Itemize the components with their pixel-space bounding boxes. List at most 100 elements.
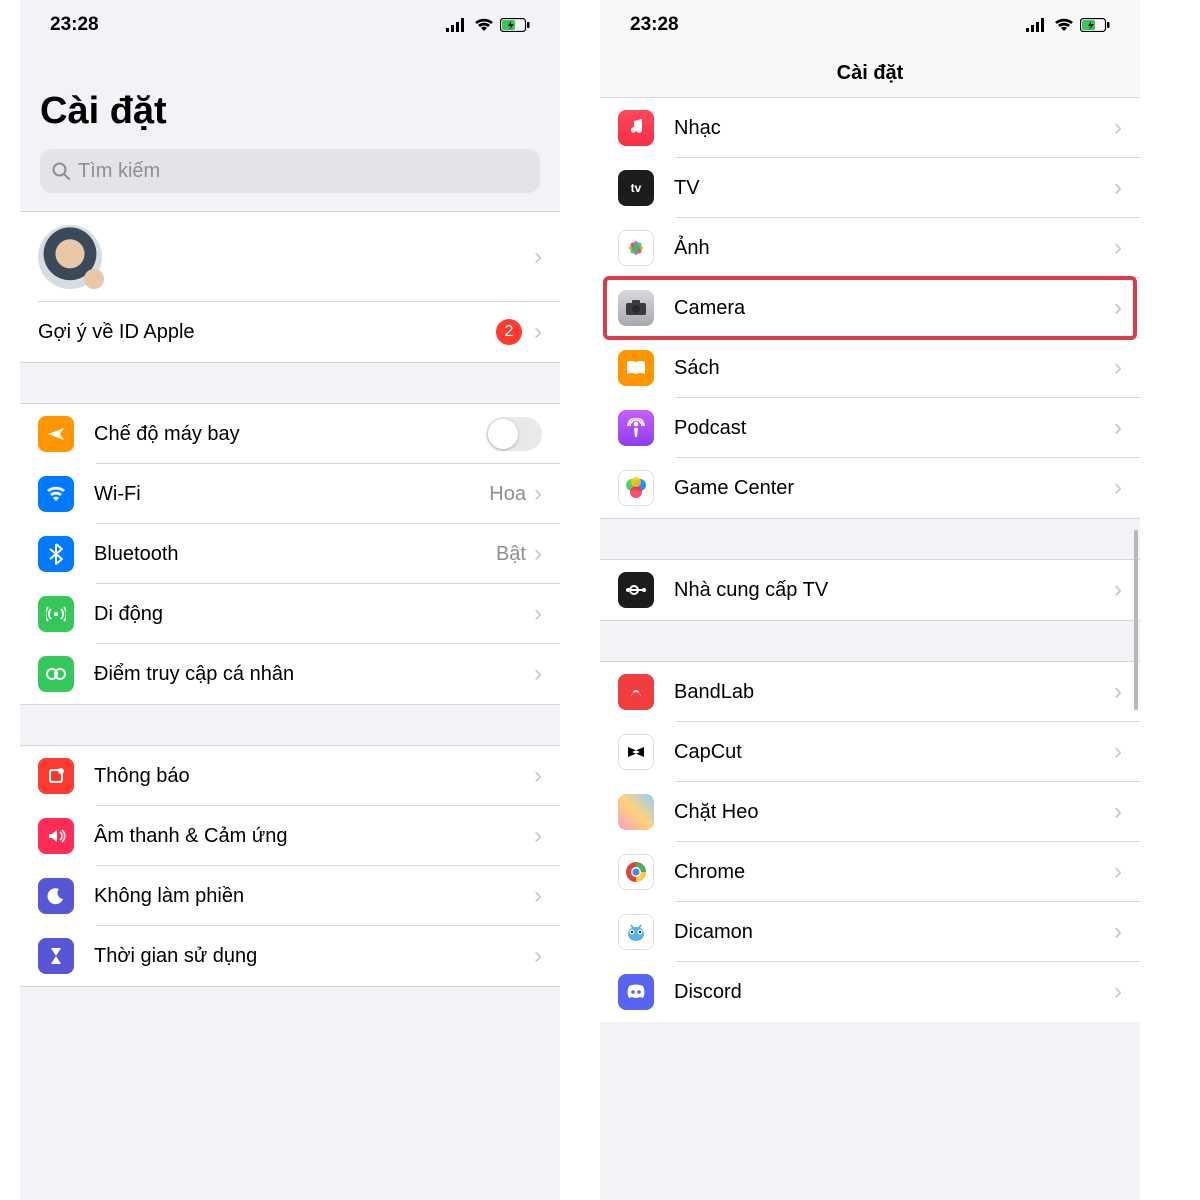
podcast-icon bbox=[618, 410, 654, 446]
chevron-right-icon: › bbox=[534, 882, 542, 910]
camera-row[interactable]: Camera › bbox=[600, 278, 1140, 338]
apple-id-profile-row[interactable]: › bbox=[20, 212, 560, 302]
music-label: Nhạc bbox=[674, 117, 1114, 140]
tvprovider-icon bbox=[618, 572, 654, 608]
settings-root-screen: 23:28 Cài đặt Tìm kiếm › Gợi ý về ID App… bbox=[20, 0, 560, 1200]
discord-label: Discord bbox=[674, 981, 1114, 1004]
chevron-right-icon: › bbox=[1114, 978, 1122, 1006]
capcut-icon bbox=[618, 734, 654, 770]
nav-title: Cài đặt bbox=[600, 50, 1140, 98]
hourglass-icon bbox=[38, 938, 74, 974]
chevron-right-icon: › bbox=[1114, 174, 1122, 202]
cellular-icon bbox=[38, 596, 74, 632]
chevron-right-icon: › bbox=[1114, 858, 1122, 886]
bandlab-label: BandLab bbox=[674, 681, 1114, 704]
dnd-row[interactable]: Không làm phiền › bbox=[20, 866, 560, 926]
cellular-signal-icon bbox=[1026, 18, 1048, 32]
bluetooth-value: Bật bbox=[496, 543, 526, 566]
status-indicators bbox=[446, 18, 530, 32]
search-icon bbox=[52, 162, 70, 180]
sounds-row[interactable]: Âm thanh & Cảm ứng › bbox=[20, 806, 560, 866]
screentime-label: Thời gian sử dụng bbox=[94, 945, 534, 968]
dnd-label: Không làm phiền bbox=[94, 885, 534, 908]
notification-badge: 2 bbox=[496, 319, 522, 345]
wifi-row[interactable]: Wi-Fi Hoa › bbox=[20, 464, 560, 524]
wifi-value: Hoa bbox=[489, 483, 526, 506]
camera-label: Camera bbox=[674, 297, 1114, 320]
chevron-right-icon: › bbox=[534, 762, 542, 790]
page-title: Cài đặt bbox=[20, 50, 560, 149]
dicamon-icon bbox=[618, 914, 654, 950]
discord-row[interactable]: Discord › bbox=[600, 962, 1140, 1022]
chevron-right-icon: › bbox=[1114, 414, 1122, 442]
scrollbar[interactable] bbox=[1134, 530, 1138, 710]
chevron-right-icon: › bbox=[534, 942, 542, 970]
status-bar: 23:28 bbox=[600, 0, 1140, 50]
chevron-right-icon: › bbox=[534, 822, 542, 850]
search-input[interactable]: Tìm kiếm bbox=[40, 149, 540, 193]
capcut-label: CapCut bbox=[674, 741, 1114, 764]
chevron-right-icon: › bbox=[534, 318, 542, 346]
music-row[interactable]: Nhạc › bbox=[600, 98, 1140, 158]
bluetooth-label: Bluetooth bbox=[94, 543, 496, 566]
dicamon-row[interactable]: Dicamon › bbox=[600, 902, 1140, 962]
sounds-label: Âm thanh & Cảm ứng bbox=[94, 825, 534, 848]
airplane-mode-row[interactable]: Chế độ máy bay bbox=[20, 404, 560, 464]
airplane-icon bbox=[38, 416, 74, 452]
moon-icon bbox=[38, 878, 74, 914]
wifi-icon bbox=[474, 18, 494, 32]
chevron-right-icon: › bbox=[534, 243, 542, 271]
gamecenter-icon bbox=[618, 470, 654, 506]
books-label: Sách bbox=[674, 357, 1114, 380]
avatar bbox=[38, 225, 102, 289]
bluetooth-row[interactable]: Bluetooth Bật › bbox=[20, 524, 560, 584]
wifi-icon bbox=[1054, 18, 1074, 32]
status-time: 23:28 bbox=[50, 14, 99, 36]
chevron-right-icon: › bbox=[1114, 294, 1122, 322]
notifications-icon bbox=[38, 758, 74, 794]
battery-charging-icon bbox=[1080, 18, 1110, 32]
chevron-right-icon: › bbox=[534, 600, 542, 628]
hotspot-row[interactable]: Điểm truy cập cá nhân › bbox=[20, 644, 560, 704]
music-icon bbox=[618, 110, 654, 146]
chatheo-label: Chặt Heo bbox=[674, 801, 1114, 824]
appletv-icon: tv bbox=[618, 170, 654, 206]
books-row[interactable]: Sách › bbox=[600, 338, 1140, 398]
chatheo-row[interactable]: Chặt Heo › bbox=[600, 782, 1140, 842]
status-indicators bbox=[1026, 18, 1110, 32]
discord-icon bbox=[618, 974, 654, 1010]
dicamon-label: Dicamon bbox=[674, 921, 1114, 944]
chrome-row[interactable]: Chrome › bbox=[600, 842, 1140, 902]
chevron-right-icon: › bbox=[1114, 354, 1122, 382]
chevron-right-icon: › bbox=[1114, 678, 1122, 706]
wifi-settings-icon bbox=[38, 476, 74, 512]
screentime-row[interactable]: Thời gian sử dụng › bbox=[20, 926, 560, 986]
bluetooth-icon bbox=[38, 536, 74, 572]
chevron-right-icon: › bbox=[1114, 918, 1122, 946]
camera-icon bbox=[618, 290, 654, 326]
airplane-toggle[interactable] bbox=[486, 417, 542, 451]
notifications-row[interactable]: Thông báo › bbox=[20, 746, 560, 806]
bandlab-icon bbox=[618, 674, 654, 710]
gamecenter-row[interactable]: Game Center › bbox=[600, 458, 1140, 518]
chevron-right-icon: › bbox=[1114, 474, 1122, 502]
airplane-label: Chế độ máy bay bbox=[94, 423, 486, 446]
chevron-right-icon: › bbox=[1114, 114, 1122, 142]
cellular-row[interactable]: Di động › bbox=[20, 584, 560, 644]
tv-row[interactable]: tv TV › bbox=[600, 158, 1140, 218]
podcast-label: Podcast bbox=[674, 417, 1114, 440]
sounds-icon bbox=[38, 818, 74, 854]
status-time: 23:28 bbox=[630, 14, 679, 36]
apple-id-suggestions-row[interactable]: Gợi ý về ID Apple 2 › bbox=[20, 302, 560, 362]
gamecenter-label: Game Center bbox=[674, 477, 1114, 500]
chevron-right-icon: › bbox=[1114, 798, 1122, 826]
battery-charging-icon bbox=[500, 18, 530, 32]
photos-row[interactable]: Ảnh › bbox=[600, 218, 1140, 278]
tvprovider-row[interactable]: Nhà cung cấp TV › bbox=[600, 560, 1140, 620]
bandlab-row[interactable]: BandLab › bbox=[600, 662, 1140, 722]
books-icon bbox=[618, 350, 654, 386]
podcast-row[interactable]: Podcast › bbox=[600, 398, 1140, 458]
wifi-label: Wi-Fi bbox=[94, 483, 489, 506]
capcut-row[interactable]: CapCut › bbox=[600, 722, 1140, 782]
cellular-label: Di động bbox=[94, 603, 534, 626]
